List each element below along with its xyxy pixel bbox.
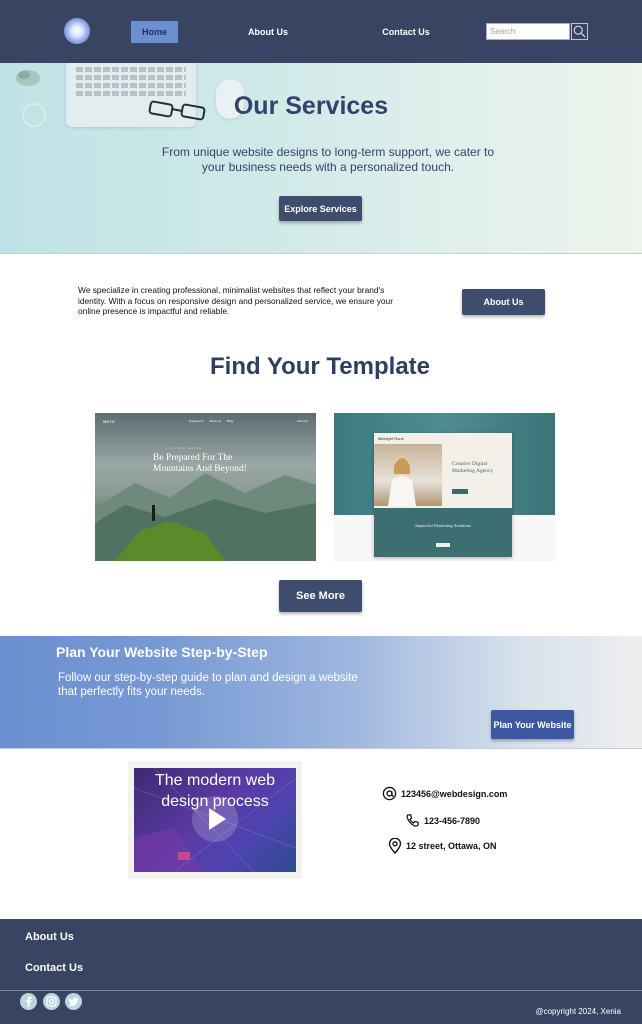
template-nav: Equipment About us Blog — [189, 419, 233, 423]
video-player[interactable]: The modern web design process — [128, 761, 302, 879]
plan-title: Plan Your Website Step-by-Step — [56, 644, 268, 660]
hero-title: Our Services — [233, 92, 389, 120]
explore-services-button[interactable]: Explore Services — [279, 196, 362, 221]
agency-window: Midnight Rune Creative Digital Marketing… — [374, 433, 512, 557]
footer: About Us Contact Us @copyright 2024, Xen… — [0, 919, 642, 1024]
footer-contact-link[interactable]: Contact Us — [25, 962, 83, 974]
email-text: 123456@webdesign.com — [401, 788, 508, 799]
agency-small-button — [436, 543, 450, 547]
contact-phone[interactable]: 123-456-7890 — [405, 813, 480, 828]
hero-section: Our Services From unique website designs… — [0, 63, 642, 254]
top-nav: Home About Us Contact Us — [0, 0, 642, 63]
phone-icon — [406, 814, 419, 827]
template-account: Account — [297, 419, 308, 423]
plan-your-website-button[interactable]: Plan Your Website — [491, 710, 574, 739]
video-thumbnail: The modern web design process — [134, 768, 296, 872]
templates-title: Find Your Template — [209, 353, 431, 380]
copyright-text: @copyright 2024, Xenia — [535, 1007, 621, 1016]
nav-about-link[interactable]: About Us — [236, 21, 300, 43]
agency-headline: Creative Digital Marketing Agency — [452, 461, 494, 474]
template-card-agency[interactable]: Midnight Rune Creative Digital Marketing… — [334, 413, 555, 561]
template-headline: Be Prepared For The Mountains And Beyond… — [153, 453, 247, 474]
contact-email[interactable]: 123456@webdesign.com — [382, 786, 507, 801]
footer-about-link[interactable]: About Us — [25, 931, 74, 943]
nav-contact-link[interactable]: Contact Us — [372, 21, 440, 43]
template-nav-item: About us — [209, 419, 222, 423]
mountain-illustration — [95, 473, 316, 561]
at-sign-icon — [382, 786, 397, 801]
template-nav-item: Equipment — [189, 419, 204, 423]
agency-brand: Midnight Rune — [378, 436, 404, 441]
video-title: The modern web design process — [154, 772, 276, 810]
agency-lower-band — [374, 508, 512, 557]
template-nav-item: Blog — [227, 419, 234, 423]
hero-description: From unique website designs to long-term… — [161, 145, 495, 174]
plan-section: Plan Your Website Step-by-Step Follow ou… — [0, 636, 642, 749]
intro-text: We specialize in creating professional, … — [78, 285, 394, 316]
location-pin-icon — [388, 838, 402, 854]
agency-cta — [452, 489, 468, 494]
search-button[interactable] — [571, 23, 588, 40]
search-icon — [573, 25, 586, 38]
plant-decoration — [14, 67, 42, 89]
footer-divider — [0, 990, 642, 991]
template-card-mntn[interactable]: MNTN Equipment About us Blog Account A H… — [95, 413, 316, 561]
contact-address[interactable]: 12 street, Ottawa, ON — [388, 838, 497, 854]
star-glow-logo[interactable] — [64, 18, 90, 44]
see-more-button[interactable]: See More — [279, 580, 362, 612]
plan-description: Follow our step-by-step guide to plan an… — [58, 672, 358, 698]
agency-photo — [374, 444, 442, 506]
about-us-button[interactable]: About Us — [462, 289, 545, 315]
nav-home-button[interactable]: Home — [131, 21, 178, 43]
instagram-icon[interactable] — [43, 993, 60, 1010]
phone-text: 123-456-7890 — [424, 815, 481, 826]
twitter-icon[interactable] — [65, 993, 82, 1010]
template-brand: MNTN — [103, 419, 115, 424]
search-input[interactable] — [486, 23, 570, 40]
template-tag: A HIKING GUIDE — [165, 446, 203, 450]
address-text: 12 street, Ottawa, ON — [406, 841, 497, 851]
facebook-icon[interactable] — [20, 993, 37, 1010]
agency-subheadline: Impactful Marketing Solutions — [415, 523, 471, 528]
